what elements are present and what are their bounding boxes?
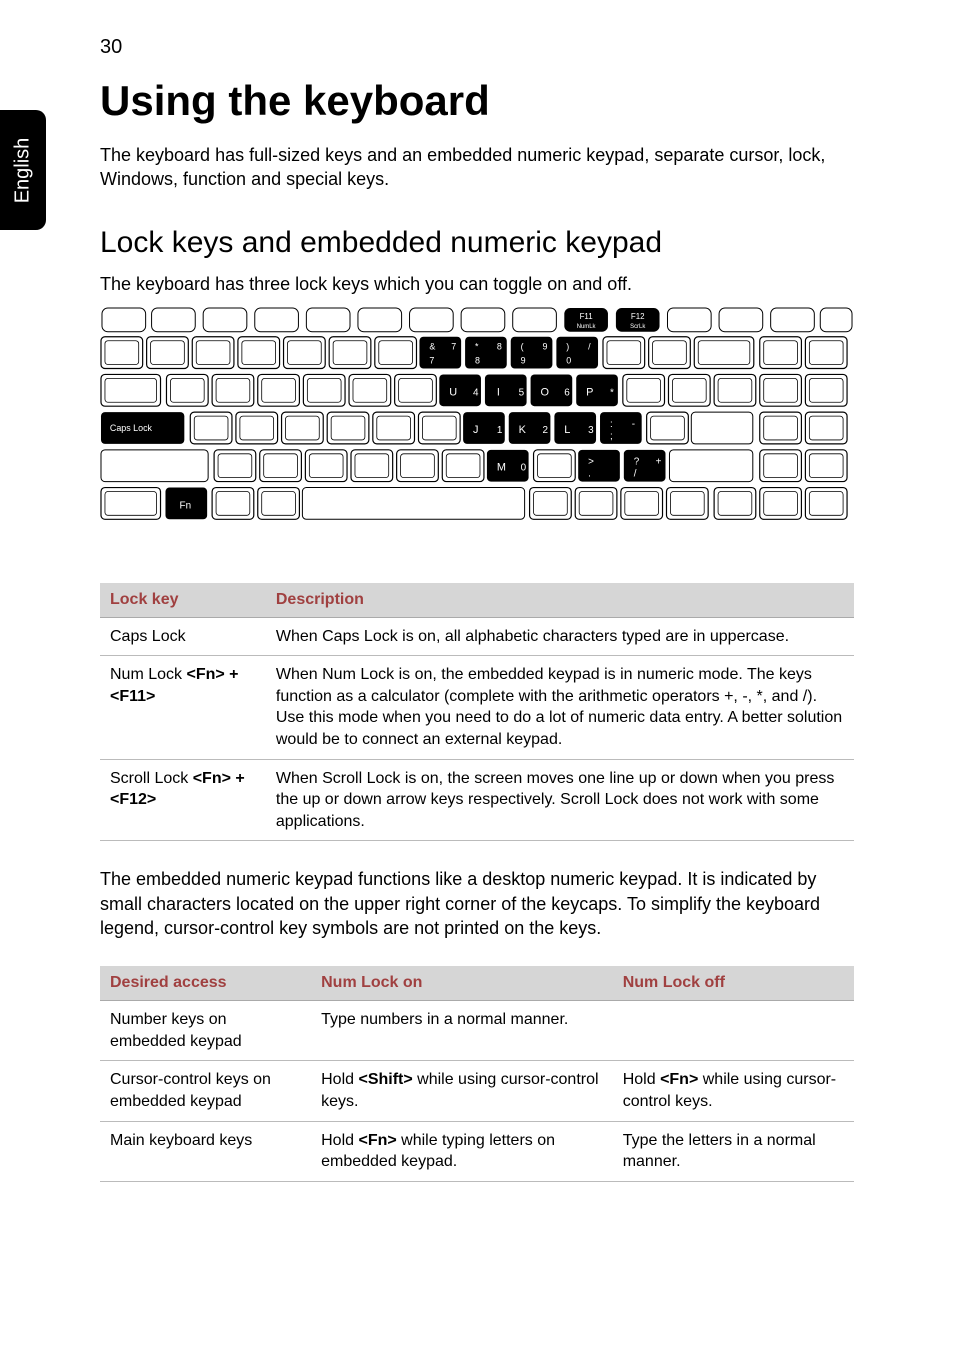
semicolon-key: : -; [600,412,642,444]
num-row-9: (9 9 [511,336,553,368]
th-lock-key: Lock key [100,583,266,618]
svg-text:6: 6 [564,387,570,398]
svg-text:P: P [586,386,593,398]
m-key: M0 [487,449,529,481]
th-numlock-off: Num Lock off [613,966,854,1001]
svg-text::: : [610,419,613,430]
table-row: Caps Lock When Caps Lock is on, all alph… [100,617,854,656]
p-key: P* [576,374,618,406]
svg-text:1: 1 [497,425,503,436]
th-desired-access: Desired access [100,966,311,1001]
section-heading: Lock keys and embedded numeric keypad [100,226,854,260]
svg-text:&: & [429,341,435,351]
u-key: U4 [439,374,481,406]
svg-text:NumLk: NumLk [577,323,596,329]
num-row-0: )/0 [556,336,598,368]
f12-key: F12 ScrLk [616,308,660,332]
svg-text:+: + [656,456,662,467]
svg-text:4: 4 [473,387,479,398]
svg-text:(: ( [521,341,524,351]
svg-text:*: * [610,387,614,398]
table-row: Cursor-control keys on embedded keypad H… [100,1061,854,1121]
svg-text:5: 5 [519,387,525,398]
table-row: Main keyboard keys Hold <Fn> while typin… [100,1121,854,1181]
svg-text:>: > [588,456,594,467]
svg-text:2: 2 [542,425,548,436]
svg-text:0: 0 [566,355,571,365]
svg-text:7: 7 [451,341,456,351]
period-key: >. [578,449,620,481]
num-row-8: * 8 8 [465,336,507,368]
language-tab: English [0,110,46,230]
th-description: Description [266,583,854,618]
svg-text:7: 7 [429,355,434,365]
svg-text:3: 3 [588,425,594,436]
svg-text:U: U [449,386,457,398]
th-numlock-on: Num Lock on [311,966,613,1001]
o-key: O6 [531,374,573,406]
l-key: L3 [554,412,596,444]
svg-text:ScrLk: ScrLk [630,323,645,329]
svg-text:Caps Lock: Caps Lock [110,423,153,433]
table-row: Number keys on embedded keypad Type numb… [100,1001,854,1061]
j-key: J1 [463,412,505,444]
i-key: I5 [485,374,527,406]
svg-text:9: 9 [521,355,526,365]
keyboard-svg: F11 NumLk F12 ScrLk & 7 7 [100,305,854,555]
f11-key: F11 NumLk [564,308,608,332]
body-paragraph: The embedded numeric keypad functions li… [100,867,854,940]
svg-text:9: 9 [542,341,547,351]
language-tab-label: English [12,137,35,203]
slash-key: ? + / [624,449,666,481]
svg-text:F12: F12 [631,311,645,320]
table-row: Scroll Lock <Fn> + <F12> When Scroll Loc… [100,759,854,841]
svg-text:*: * [475,341,479,351]
svg-text:J: J [473,424,478,436]
svg-text:8: 8 [497,341,502,351]
svg-text:.: . [588,468,591,479]
svg-text:F11: F11 [580,311,594,320]
num-row-7: & 7 7 [419,336,461,368]
caps-lock-key: Caps Lock [101,412,184,444]
fn-key: Fn [165,487,207,519]
page: English 30 Using the keyboard The keyboa… [0,0,954,1268]
table-row: Num Lock <Fn> + <F11> When Num Lock is o… [100,656,854,759]
svg-text:K: K [519,424,527,436]
page-title: Using the keyboard [100,77,854,125]
svg-text:M: M [497,461,506,473]
svg-text:8: 8 [475,355,480,365]
lock-key-table: Lock key Description Caps Lock When Caps… [100,583,854,842]
k-key: K2 [509,412,551,444]
page-number: 30 [100,36,854,59]
svg-text:?: ? [634,456,640,467]
svg-text:;: ; [610,431,613,442]
section-subtext: The keyboard has three lock keys which y… [100,274,854,295]
svg-text:/: / [634,468,637,479]
svg-text:): ) [566,341,569,351]
intro-paragraph: The keyboard has full-sized keys and an … [100,143,854,192]
access-table: Desired access Num Lock on Num Lock off … [100,966,854,1182]
svg-text:0: 0 [521,462,527,473]
keyboard-illustration: F11 NumLk F12 ScrLk & 7 7 [100,305,854,555]
svg-text:O: O [540,386,548,398]
svg-text:Fn: Fn [180,500,192,511]
svg-text:-: - [632,419,635,430]
svg-text:I: I [497,386,500,398]
svg-text:L: L [564,424,570,436]
